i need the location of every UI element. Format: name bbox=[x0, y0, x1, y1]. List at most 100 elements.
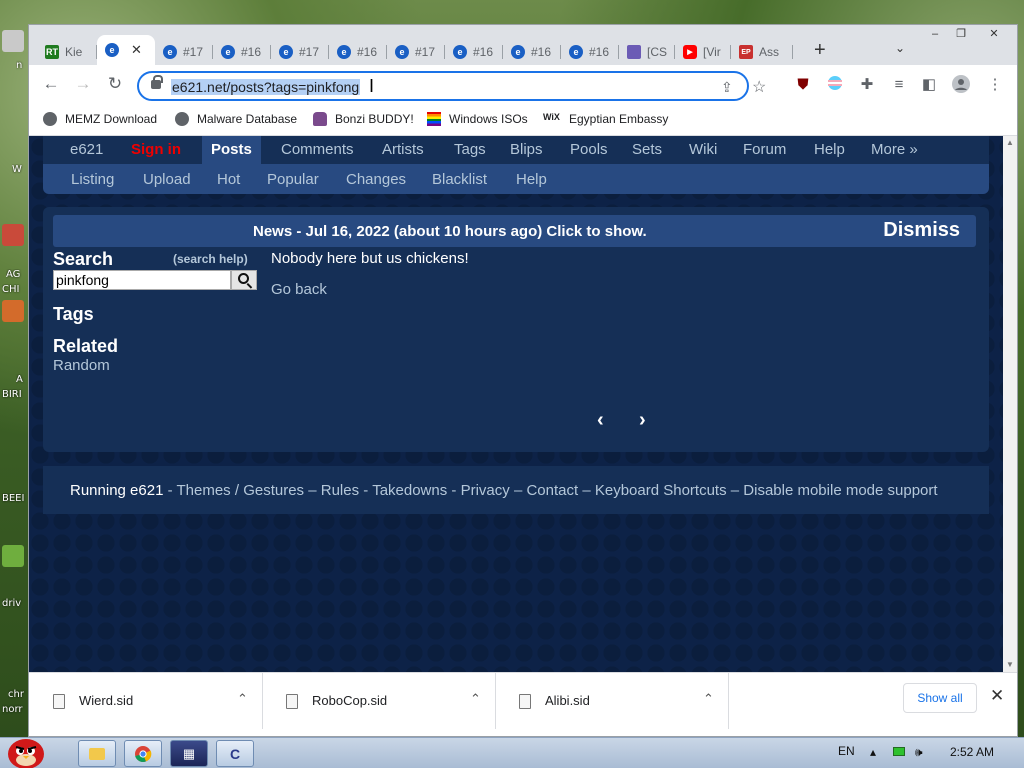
footer-privacy-link[interactable]: Privacy bbox=[461, 482, 510, 499]
side-panel-icon[interactable]: ◧ bbox=[919, 75, 939, 95]
next-page-button[interactable]: › bbox=[639, 409, 646, 432]
footer-rules-link[interactable]: Rules bbox=[321, 482, 359, 499]
bookmark-star-icon[interactable]: ☆ bbox=[752, 77, 766, 97]
browser-tab[interactable]: [CS bbox=[619, 39, 675, 65]
bookmark-bonzi-buddy[interactable]: Bonzi BUDDY! bbox=[313, 112, 414, 126]
profile-avatar-icon[interactable] bbox=[951, 75, 971, 95]
news-banner[interactable]: News - Jul 16, 2022 (about 10 hours ago)… bbox=[53, 215, 976, 247]
chevron-up-icon[interactable]: ⌃ bbox=[470, 691, 481, 707]
search-help-link[interactable]: (search help) bbox=[173, 252, 248, 266]
nav-sign-in[interactable]: Sign in bbox=[131, 141, 181, 158]
subnav-blacklist[interactable]: Blacklist bbox=[432, 171, 487, 188]
news-text[interactable]: News - Jul 16, 2022 (about 10 hours ago)… bbox=[253, 223, 647, 240]
tag-search-input[interactable] bbox=[53, 270, 231, 290]
nav-wiki[interactable]: Wiki bbox=[689, 141, 717, 158]
nav-comments[interactable]: Comments bbox=[281, 141, 354, 158]
back-button[interactable]: ← bbox=[39, 73, 63, 97]
browser-tab[interactable]: RT Kie bbox=[37, 39, 97, 65]
reload-button[interactable]: ↻ bbox=[103, 73, 127, 97]
download-item[interactable]: RoboCop.sid ⌃ bbox=[264, 673, 496, 729]
trans-flag-extension-icon[interactable] bbox=[825, 75, 845, 95]
subnav-hot[interactable]: Hot bbox=[217, 171, 240, 188]
taskbar-app-button[interactable]: ▦ bbox=[170, 740, 208, 767]
bookmark-windows-isos[interactable]: Windows ISOs bbox=[427, 112, 528, 126]
browser-tab[interactable]: e #17 bbox=[271, 39, 329, 65]
nav-more[interactable]: More » bbox=[871, 141, 918, 158]
browser-tab[interactable]: e #16 bbox=[329, 39, 387, 65]
taskbar-chrome-button[interactable] bbox=[124, 740, 162, 767]
subnav-popular[interactable]: Popular bbox=[267, 171, 319, 188]
footer-themes-link[interactable]: Themes bbox=[177, 482, 231, 499]
download-item[interactable]: Wierd.sid ⌃ bbox=[31, 673, 263, 729]
tab-search-chevron-icon[interactable]: ⌄ bbox=[895, 41, 905, 55]
dismiss-news-button[interactable]: Dismiss bbox=[883, 219, 960, 242]
desktop-icon[interactable] bbox=[2, 30, 24, 52]
bookmark-memz[interactable]: MEMZ Download bbox=[43, 112, 157, 126]
browser-tab[interactable]: e #16 bbox=[445, 39, 503, 65]
share-icon[interactable]: ⇪ bbox=[721, 79, 733, 96]
battery-icon[interactable] bbox=[893, 745, 905, 759]
nav-sets[interactable]: Sets bbox=[632, 141, 662, 158]
bookmark-egyptian-embassy[interactable]: WiX Egyptian Embassy bbox=[543, 112, 668, 126]
browser-tab[interactable]: ▶ [Vir bbox=[675, 39, 731, 65]
nav-forum[interactable]: Forum bbox=[743, 141, 786, 158]
nav-tags[interactable]: Tags bbox=[454, 141, 486, 158]
browser-tab[interactable]: e #17 bbox=[155, 39, 213, 65]
show-hidden-icons-chevron-icon[interactable]: ▴ bbox=[870, 745, 876, 759]
desktop-icon[interactable] bbox=[2, 545, 24, 567]
browser-tab-active[interactable]: e ✕ bbox=[97, 35, 155, 65]
url-text[interactable]: e621.net/posts?tags=pinkfong bbox=[171, 79, 361, 95]
start-button[interactable] bbox=[4, 732, 48, 768]
restore-button[interactable]: ❐ bbox=[948, 25, 974, 45]
browser-tab[interactable]: e #16 bbox=[503, 39, 561, 65]
address-bar[interactable]: e621.net/posts?tags=pinkfong I ⇪ ☆ bbox=[137, 71, 766, 101]
footer-gestures-link[interactable]: Gestures bbox=[243, 482, 304, 499]
new-tab-button[interactable]: + bbox=[814, 40, 826, 60]
search-button[interactable] bbox=[231, 270, 257, 290]
subnav-changes[interactable]: Changes bbox=[346, 171, 406, 188]
scroll-down-icon[interactable]: ▼ bbox=[1006, 660, 1014, 669]
browser-tab[interactable]: EP Ass bbox=[731, 39, 793, 65]
nav-home[interactable]: e621 bbox=[70, 141, 103, 158]
language-indicator[interactable]: EN bbox=[838, 744, 855, 758]
subnav-help[interactable]: Help bbox=[516, 171, 547, 188]
desktop-icon[interactable] bbox=[2, 224, 24, 246]
subnav-upload[interactable]: Upload bbox=[143, 171, 191, 188]
footer-keyboard-shortcuts-link[interactable]: Keyboard Shortcuts bbox=[595, 482, 727, 499]
volume-icon[interactable]: 🕪 bbox=[915, 745, 923, 760]
show-all-downloads-button[interactable]: Show all bbox=[903, 683, 977, 713]
download-item[interactable]: Alibi.sid ⌃ bbox=[497, 673, 729, 729]
clock[interactable]: 2:52 AM bbox=[950, 745, 994, 759]
chevron-up-icon[interactable]: ⌃ bbox=[703, 691, 714, 707]
forward-button[interactable]: → bbox=[71, 73, 95, 97]
footer-contact-link[interactable]: Contact bbox=[526, 482, 578, 499]
browser-tab[interactable]: e #16 bbox=[213, 39, 271, 65]
scroll-up-icon[interactable]: ▲ bbox=[1006, 138, 1014, 147]
browser-tab[interactable]: e #16 bbox=[561, 39, 619, 65]
nav-pools[interactable]: Pools bbox=[570, 141, 608, 158]
taskbar-app-button[interactable]: C bbox=[216, 740, 254, 767]
media-control-icon[interactable]: ≡ bbox=[889, 75, 909, 95]
minimize-button[interactable]: – bbox=[922, 25, 948, 45]
random-link[interactable]: Random bbox=[53, 357, 110, 374]
tab-close-icon[interactable]: ✕ bbox=[131, 42, 142, 58]
bookmark-malware-database[interactable]: Malware Database bbox=[175, 112, 297, 126]
footer-disable-mobile-link[interactable]: Disable mobile mode support bbox=[743, 482, 937, 499]
go-back-link[interactable]: Go back bbox=[271, 281, 327, 298]
nav-blips[interactable]: Blips bbox=[510, 141, 543, 158]
nav-help[interactable]: Help bbox=[814, 141, 845, 158]
ublock-extension-icon[interactable]: ⛊ bbox=[793, 75, 813, 95]
chevron-up-icon[interactable]: ⌃ bbox=[237, 691, 248, 707]
footer-takedowns-link[interactable]: Takedowns bbox=[372, 482, 447, 499]
close-downloads-icon[interactable]: ✕ bbox=[990, 686, 1004, 706]
close-window-button[interactable]: ✕ bbox=[981, 25, 1007, 45]
subnav-listing[interactable]: Listing bbox=[71, 171, 114, 188]
nav-artists[interactable]: Artists bbox=[382, 141, 424, 158]
taskbar-explorer-button[interactable] bbox=[78, 740, 116, 767]
nav-posts[interactable]: Posts bbox=[202, 136, 261, 164]
extensions-puzzle-icon[interactable]: ✚ bbox=[857, 75, 877, 95]
browser-tab[interactable]: e #17 bbox=[387, 39, 445, 65]
prev-page-button[interactable]: ‹ bbox=[597, 409, 604, 432]
page-scrollbar[interactable]: ▲ ▼ bbox=[1003, 136, 1017, 672]
desktop-icon[interactable] bbox=[2, 300, 24, 322]
